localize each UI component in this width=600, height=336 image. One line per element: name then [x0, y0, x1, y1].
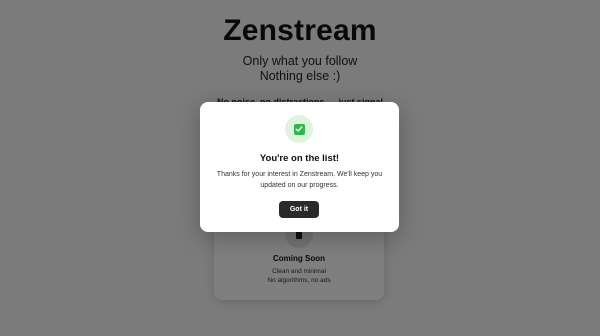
check-icon	[285, 115, 313, 143]
landing-page: Zenstream Only what you follow Nothing e…	[0, 0, 600, 336]
dialog-title: You're on the list!	[259, 153, 340, 164]
got-it-button[interactable]: Got it	[279, 201, 319, 218]
confirmation-dialog: You're on the list! Thanks for your inte…	[200, 102, 399, 232]
dialog-message: Thanks for your interest in Zenstream. W…	[216, 171, 383, 189]
